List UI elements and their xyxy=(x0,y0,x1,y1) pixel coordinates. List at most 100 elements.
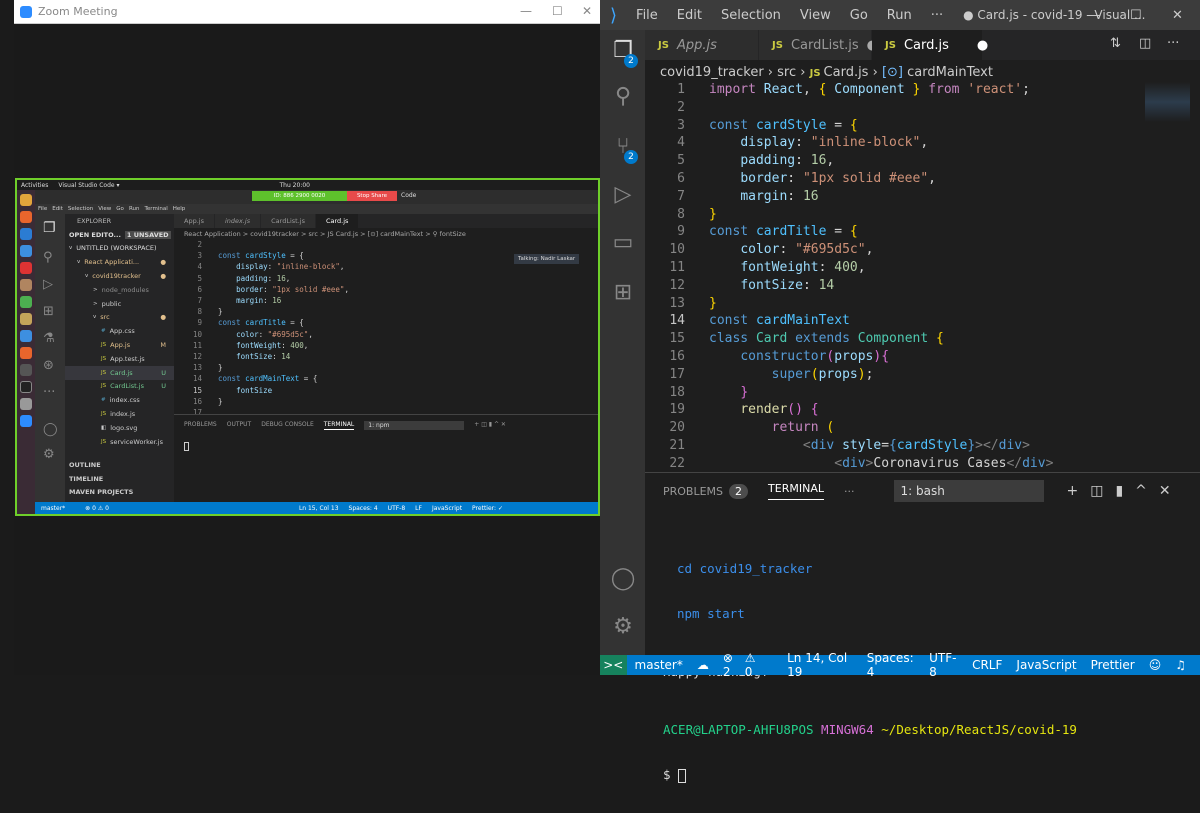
cursor-position[interactable]: Ln 15, Col 13 xyxy=(299,505,339,512)
run-debug-icon[interactable]: ▷ xyxy=(610,182,636,208)
outline-section[interactable]: OUTLINE xyxy=(65,458,174,472)
thunderbird-icon[interactable] xyxy=(20,245,32,257)
tab-card-js[interactable]: Card.js xyxy=(315,214,359,228)
video-icon[interactable] xyxy=(20,364,32,376)
menu-selection[interactable]: Selection xyxy=(68,206,93,212)
account-icon[interactable]: ◯ xyxy=(43,422,65,437)
menu-run[interactable]: Run xyxy=(887,8,912,23)
tab-problems[interactable]: PROBLEMS xyxy=(184,421,217,430)
explorer-icon[interactable]: ❐ 2 xyxy=(610,38,638,68)
crumb-symbol[interactable]: cardMainText xyxy=(907,65,993,80)
menu-help[interactable]: Help xyxy=(173,206,186,212)
menu-edit[interactable]: Edit xyxy=(677,8,702,23)
search-icon[interactable]: ⚲ xyxy=(43,250,65,265)
tree-item[interactable]: > node_modules xyxy=(65,283,174,297)
minimap[interactable] xyxy=(1145,82,1190,122)
panel-controls-icon[interactable]: + ◫ ▮ ^ ✕ xyxy=(474,421,506,430)
menu-file[interactable]: File xyxy=(636,8,658,23)
chrome-icon[interactable] xyxy=(20,194,32,206)
crumb-file[interactable]: Card.js xyxy=(824,65,869,80)
extensions-icon[interactable]: ⊞ xyxy=(610,280,636,306)
terminal-icon[interactable] xyxy=(20,381,32,393)
sync-icon[interactable]: ☁ xyxy=(697,658,709,672)
search-icon[interactable]: ⚲ xyxy=(610,84,636,110)
prettier[interactable]: Prettier: ✓ xyxy=(472,505,503,512)
remote-indicator[interactable]: >< xyxy=(600,655,627,675)
tree-item[interactable]: JS serviceWorker.js xyxy=(65,435,174,449)
menu-run[interactable]: Run xyxy=(129,206,140,212)
tree-item[interactable]: v React Applicati... ● xyxy=(65,255,174,269)
close-icon[interactable]: ✕ xyxy=(582,4,592,18)
tree-item[interactable]: JS CardList.js U xyxy=(65,380,174,394)
language[interactable]: JavaScript xyxy=(1016,658,1076,672)
breadcrumb[interactable]: React Application > covid19tracker > src… xyxy=(174,228,598,240)
branch[interactable]: master* xyxy=(41,505,65,512)
menu-go[interactable]: Go xyxy=(116,206,124,212)
code-area[interactable]: 2 3 const cardStyle = {4 display: "inline-… xyxy=(174,240,598,428)
indentation[interactable]: Spaces: 4 xyxy=(349,505,378,512)
tree-item[interactable]: JS App.test.js xyxy=(65,352,174,366)
tree-item[interactable]: v UNTITLED (WORKSPACE) xyxy=(65,242,174,256)
minimize-icon[interactable]: — xyxy=(520,4,532,18)
tab-debug-console[interactable]: DEBUG CONSOLE xyxy=(261,421,314,430)
split-editor-icon[interactable]: ◫ xyxy=(1139,36,1151,51)
menu-view[interactable]: View xyxy=(98,206,111,212)
eol[interactable]: LF xyxy=(415,505,422,512)
branch[interactable]: master* xyxy=(635,658,683,672)
tree-item[interactable]: JS Card.js U xyxy=(65,365,174,380)
files-icon[interactable] xyxy=(20,279,32,291)
maven-section[interactable]: MAVEN PROJECTS xyxy=(65,486,174,500)
explorer-icon[interactable]: ❐ xyxy=(43,220,65,236)
stop-share-button[interactable]: Stop Share xyxy=(347,191,397,201)
terminal-select[interactable]: 1: bash xyxy=(894,480,1045,502)
firefox-icon[interactable] xyxy=(20,211,32,223)
menu-selection[interactable]: Selection xyxy=(721,8,781,23)
tab-terminal[interactable]: TERMINAL xyxy=(323,421,355,430)
menu-go[interactable]: Go xyxy=(850,8,868,23)
tree-item[interactable]: JS App.js M xyxy=(65,338,174,352)
prettier[interactable]: Prettier xyxy=(1091,658,1135,672)
zoom-icon[interactable] xyxy=(20,415,32,427)
close-icon[interactable]: ✕ xyxy=(1172,8,1183,23)
maximize-icon[interactable]: ☐ xyxy=(552,4,563,18)
tree-item[interactable]: > public xyxy=(65,297,174,311)
menu-file[interactable]: File xyxy=(38,206,47,212)
tab-app-js[interactable]: JS App.js xyxy=(645,30,758,60)
notifications-icon[interactable]: ♫ xyxy=(1175,658,1186,672)
encoding[interactable]: UTF-8 xyxy=(388,505,406,512)
account-icon[interactable]: ◯ xyxy=(610,566,636,592)
settings-icon[interactable]: ⚙ xyxy=(610,614,636,640)
minimize-icon[interactable]: — xyxy=(1088,8,1101,23)
more-actions-icon[interactable]: ··· xyxy=(1167,36,1179,51)
extensions-icon[interactable]: ⊞ xyxy=(43,304,65,319)
tab-problems[interactable]: PROBLEMS xyxy=(663,485,723,498)
menu-edit[interactable]: Edit xyxy=(52,206,63,212)
debug-icon[interactable]: ▷ xyxy=(43,277,65,292)
problems-status[interactable]: ⊗ 0 ⚠ 0 xyxy=(85,505,109,512)
tree-item[interactable]: v src ● xyxy=(65,311,174,325)
tab-app-js[interactable]: App.js xyxy=(174,214,214,228)
settings-icon[interactable]: ⚙ xyxy=(43,447,65,462)
source-control-icon[interactable]: ⑂ 2 xyxy=(610,134,638,164)
office-icon[interactable] xyxy=(20,262,32,274)
testing-icon[interactable]: ⚗ xyxy=(43,331,65,346)
help-icon[interactable] xyxy=(20,330,32,342)
tree-item[interactable]: # App.css xyxy=(65,324,174,338)
vscode-icon[interactable] xyxy=(20,228,32,240)
app-icon[interactable] xyxy=(20,313,32,325)
tree-item[interactable]: JS index.js xyxy=(65,407,174,421)
software-icon[interactable] xyxy=(20,347,32,359)
eol[interactable]: CRLF xyxy=(972,658,1002,672)
screenshot-icon[interactable] xyxy=(20,398,32,410)
activities-button[interactable]: Activities xyxy=(21,182,48,189)
maximize-icon[interactable]: ☐ xyxy=(1130,8,1142,23)
tab-cardlist-js[interactable]: JSCardList.js● xyxy=(759,30,878,60)
dirty-indicator[interactable]: ● xyxy=(977,38,988,53)
crumb-src[interactable]: src xyxy=(777,65,796,80)
slack-icon[interactable] xyxy=(20,296,32,308)
remote-explorer-icon[interactable]: ▭ xyxy=(610,230,636,256)
tab-terminal[interactable]: TERMINAL xyxy=(768,482,824,500)
menu-more[interactable]: ··· xyxy=(931,8,943,23)
terminal-select[interactable]: 1: npm xyxy=(364,421,465,430)
tab-cardlist-js[interactable]: CardList.js xyxy=(261,214,315,228)
